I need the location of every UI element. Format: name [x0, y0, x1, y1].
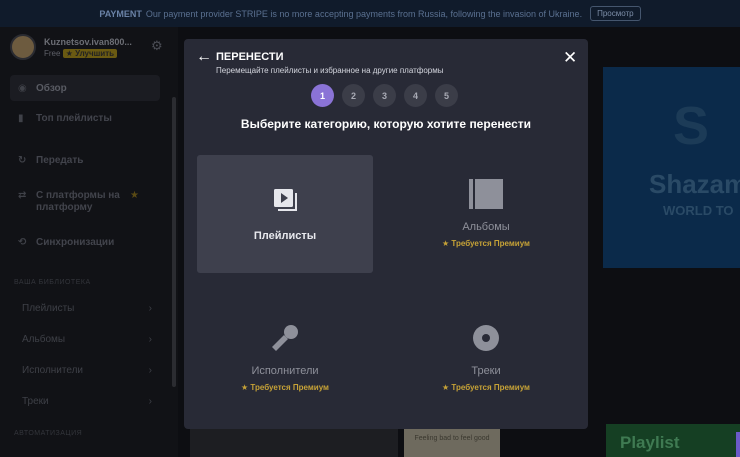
edge-element — [736, 432, 740, 457]
step-5[interactable]: 5 — [435, 84, 458, 107]
category-albums[interactable]: Альбомы ★ Требуется Премиум — [398, 155, 574, 273]
sidebar-item-label: Обзор — [36, 82, 67, 94]
library-section-label: ВАША БИБЛИОТЕКА — [14, 279, 91, 286]
category-artists[interactable]: Исполнители ★ Требуется Премиум — [197, 301, 373, 419]
step-4[interactable]: 4 — [404, 84, 427, 107]
category-playlists[interactable]: Плейлисты — [197, 155, 373, 273]
sidebar-item-label: Синхронизации — [36, 236, 115, 248]
playlist-card-shazam[interactable]: S Shazam WORLD TO — [603, 67, 740, 268]
playlist-thumbnail-green[interactable]: Playlist — [606, 424, 740, 457]
category-label: Альбомы — [462, 221, 510, 233]
library-item-artists[interactable]: Исполнители › — [22, 365, 152, 376]
compass-icon: ◉ — [18, 82, 27, 94]
gear-icon[interactable]: ⚙ — [151, 39, 165, 53]
announcement-banner: PAYMENT Our payment provider STRIPE is n… — [0, 0, 740, 27]
disc-icon — [398, 324, 574, 352]
transfer-icon: ↻ — [18, 154, 27, 166]
user-name: Kuznetsov.ivan800... — [44, 36, 132, 47]
sidebar-item-transfer[interactable]: ↻ Передать — [10, 147, 160, 173]
sidebar-item-overview[interactable]: ◉ Обзор — [10, 75, 160, 101]
step-1[interactable]: 1 — [311, 84, 334, 107]
chevron-right-icon: › — [148, 334, 152, 345]
chevron-right-icon: › — [148, 303, 152, 314]
upgrade-button[interactable]: ★ Улучшить — [62, 48, 118, 58]
sidebar-item-label: Передать — [36, 154, 84, 166]
plan-label: Free — [44, 48, 61, 58]
platform-icon: ⇄ — [18, 190, 27, 201]
premium-required-label: ★ Требуется Премиум — [241, 383, 329, 392]
category-label: Исполнители — [251, 365, 319, 377]
automation-section-label: АВТОМАТИЗАЦИЯ — [14, 430, 83, 437]
banner-message: Our payment provider STRIPE is no more a… — [145, 8, 583, 19]
playlist-thumbnail-label: Playlist — [620, 433, 680, 452]
step-2[interactable]: 2 — [342, 84, 365, 107]
banner-prefix: PAYMENT — [99, 8, 142, 19]
category-tracks[interactable]: Треки ★ Требуется Премиум — [398, 301, 574, 419]
chevron-right-icon: › — [148, 396, 152, 407]
category-label: Плейлисты — [253, 230, 317, 242]
sidebar-item-label: С платформы на платформу — [36, 190, 120, 213]
sidebar-item-sync[interactable]: ⟲ Синхронизации — [10, 229, 160, 255]
shazam-logo-icon: S — [673, 96, 710, 156]
sidebar-scrollbar[interactable] — [172, 97, 176, 387]
shazam-card-subtitle: WORLD TO — [663, 203, 734, 218]
playlist-thumbnail-feeling[interactable]: Feeling bad to feel good — [404, 428, 500, 457]
album-icon — [398, 179, 574, 209]
banner-view-button[interactable]: Просмотр — [590, 6, 641, 21]
library-item-tracks[interactable]: Треки › — [22, 396, 152, 407]
sidebar-item-platform-to-platform[interactable]: ⇄ С платформы на платформу ★ — [10, 187, 160, 219]
premium-required-label: ★ Требуется Премиум — [442, 383, 530, 392]
step-3[interactable]: 3 — [373, 84, 396, 107]
category-label: Треки — [471, 365, 501, 377]
sidebar-item-top-playlists[interactable]: ▮ Топ плейлисты — [10, 105, 160, 131]
shazam-card-title: Shazam — [649, 169, 740, 199]
star-icon: ★ — [130, 190, 139, 201]
avatar — [10, 34, 36, 60]
sidebar-item-label: Топ плейлисты — [36, 112, 112, 124]
modal-subtitle: Перемещайте плейлисты и избранное на дру… — [216, 66, 444, 75]
back-arrow-icon[interactable]: ← — [196, 49, 212, 65]
library-item-albums[interactable]: Альбомы › — [22, 334, 152, 345]
close-icon[interactable]: ✕ — [563, 49, 577, 66]
step-indicator: 1 2 3 4 5 — [311, 84, 466, 107]
chart-icon: ▮ — [18, 112, 24, 124]
modal-title: ПЕРЕНЕСТИ — [216, 51, 284, 63]
playlist-thumbnail[interactable] — [190, 428, 398, 457]
chevron-right-icon: › — [148, 365, 152, 376]
library-item-playlists[interactable]: Плейлисты › — [22, 303, 152, 314]
microphone-icon — [197, 323, 373, 353]
premium-required-label: ★ Требуется Премиум — [442, 239, 530, 248]
sidebar: Kuznetsov.ivan800... Free ★ Улучшить ⚙ ◉… — [0, 27, 178, 457]
transfer-modal: ← ПЕРЕНЕСТИ Перемещайте плейлисты и избр… — [184, 39, 588, 429]
sync-icon: ⟲ — [18, 236, 27, 248]
modal-heading: Выберите категорию, которую хотите перен… — [240, 117, 532, 131]
playlist-icon — [197, 187, 373, 215]
